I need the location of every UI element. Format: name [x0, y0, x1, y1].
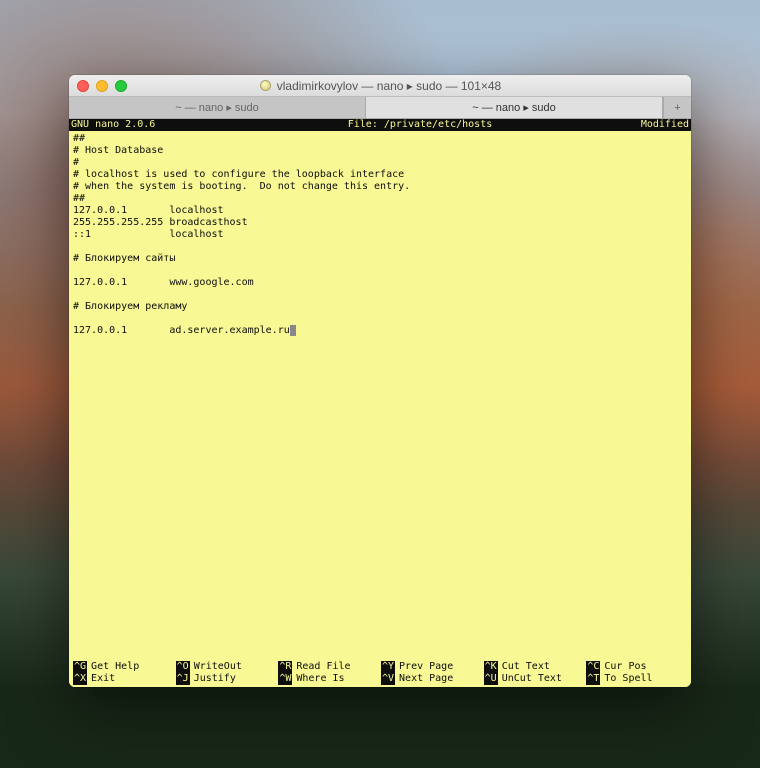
key-label: ^K [484, 661, 498, 673]
shortcut-next-page[interactable]: ^V Next Page [381, 673, 482, 685]
shortcut-get-help[interactable]: ^G Get Help [73, 661, 174, 673]
shortcut-label: WriteOut [194, 661, 242, 673]
key-label: ^W [278, 673, 292, 685]
file-content: ## # Host Database # # localhost is used… [73, 133, 410, 336]
shortcut-label: Next Page [399, 673, 453, 685]
shortcut-label: UnCut Text [502, 673, 562, 685]
key-label: ^Y [381, 661, 395, 673]
tab-1[interactable]: ~ — nano ▸ sudo [69, 97, 366, 118]
shortcut-label: Exit [91, 673, 115, 685]
key-label: ^X [73, 673, 87, 685]
terminal-area[interactable]: GNU nano 2.0.6 File: /private/etc/hosts … [69, 119, 691, 687]
shortcut-label: Where Is [296, 673, 344, 685]
shortcut-justify[interactable]: ^J Justify [176, 673, 277, 685]
shortcut-label: Get Help [91, 661, 139, 673]
window-title-text: vladimirkovylov — nano ▸ sudo — 101×48 [277, 79, 501, 93]
shortcut-label: Justify [194, 673, 236, 685]
key-label: ^G [73, 661, 87, 673]
shortcut-where-is[interactable]: ^W Where Is [278, 673, 379, 685]
editor-body[interactable]: ## # Host Database # # localhost is used… [69, 131, 691, 661]
shortcut-label: Prev Page [399, 661, 453, 673]
nano-header: GNU nano 2.0.6 File: /private/etc/hosts … [69, 119, 691, 131]
key-label: ^T [586, 673, 600, 685]
minimize-button[interactable] [96, 80, 108, 92]
key-label: ^C [586, 661, 600, 673]
key-label: ^U [484, 673, 498, 685]
user-home-icon [259, 79, 272, 92]
key-label: ^R [278, 661, 292, 673]
shortcut-cur-pos[interactable]: ^C Cur Pos [586, 661, 687, 673]
terminal-window: vladimirkovylov — nano ▸ sudo — 101×48 ~… [69, 75, 691, 687]
maximize-button[interactable] [115, 80, 127, 92]
tab-2-active[interactable]: ~ — nano ▸ sudo [366, 97, 663, 118]
nano-version: GNU nano 2.0.6 [71, 119, 231, 131]
key-label: ^V [381, 673, 395, 685]
plus-icon: + [674, 102, 680, 114]
tab-bar: ~ — nano ▸ sudo ~ — nano ▸ sudo + [69, 97, 691, 119]
shortcut-read-file[interactable]: ^R Read File [278, 661, 379, 673]
tab-label: ~ — nano ▸ sudo [472, 101, 556, 114]
nano-filename: File: /private/etc/hosts [231, 119, 609, 131]
shortcut-writeout[interactable]: ^O WriteOut [176, 661, 277, 673]
close-button[interactable] [77, 80, 89, 92]
tab-label: ~ — nano ▸ sudo [175, 101, 259, 114]
shortcut-cut-text[interactable]: ^K Cut Text [484, 661, 585, 673]
new-tab-button[interactable]: + [663, 97, 691, 118]
window-title: vladimirkovylov — nano ▸ sudo — 101×48 [69, 79, 691, 93]
shortcut-prev-page[interactable]: ^Y Prev Page [381, 661, 482, 673]
shortcut-label: Cut Text [502, 661, 550, 673]
shortcut-label: Cur Pos [604, 661, 646, 673]
text-cursor [290, 325, 296, 336]
key-label: ^O [176, 661, 190, 673]
window-titlebar[interactable]: vladimirkovylov — nano ▸ sudo — 101×48 [69, 75, 691, 97]
shortcut-to-spell[interactable]: ^T To Spell [586, 673, 687, 685]
key-label: ^J [176, 673, 190, 685]
nano-shortcuts: ^G Get Help ^O WriteOut ^R Read File ^Y Prev… [69, 661, 691, 687]
nano-modified-indicator: Modified [609, 119, 689, 131]
shortcut-uncut-text[interactable]: ^U UnCut Text [484, 673, 585, 685]
shortcut-exit[interactable]: ^X Exit [73, 673, 174, 685]
shortcut-label: To Spell [604, 673, 652, 685]
shortcut-label: Read File [296, 661, 350, 673]
